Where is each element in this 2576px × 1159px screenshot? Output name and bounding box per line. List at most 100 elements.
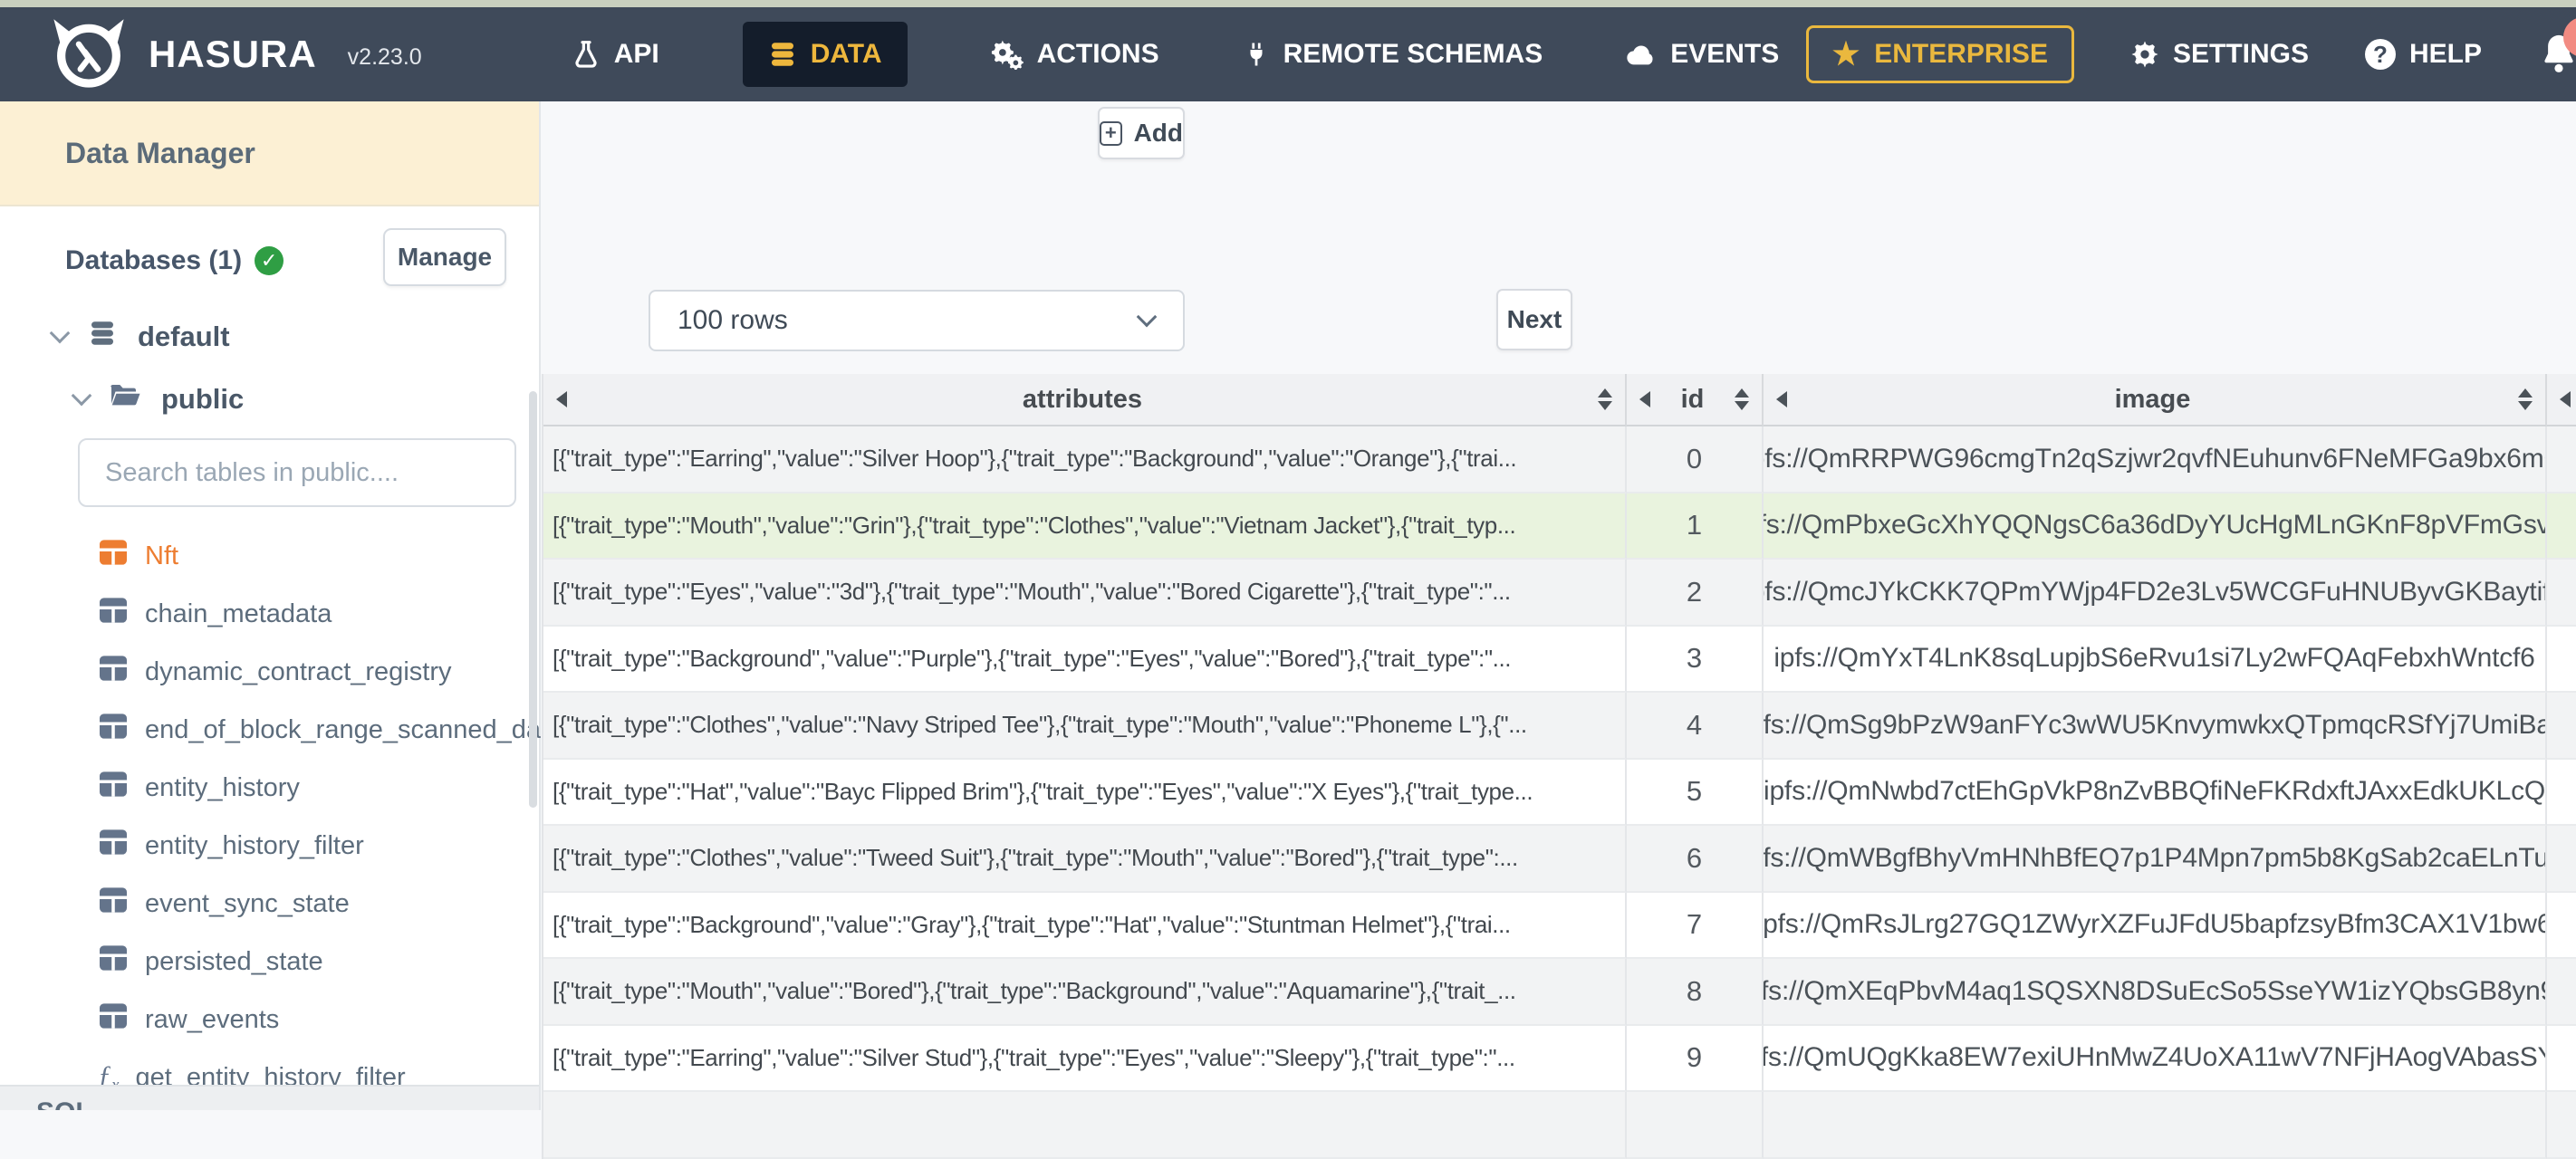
cloud-icon	[1626, 42, 1657, 67]
sort-icon[interactable]	[1598, 388, 1612, 410]
table-header-row: attributes id image	[543, 374, 2576, 426]
collapse-column-icon[interactable]	[1639, 391, 1650, 407]
cell-id: 5	[1627, 759, 1764, 826]
sidebar-item-raw-events[interactable]: raw_events	[0, 991, 539, 1049]
top-navbar: HASURA v2.23.0 API DATA ACTIONS REMOTE S…	[0, 7, 2576, 101]
brand-name: HASURA	[149, 33, 317, 75]
table-row: [{"trait_type":"Mouth","value":"Bored"},…	[543, 959, 2576, 1026]
rows-select-value: 100 rows	[678, 305, 788, 335]
cell-partial	[2547, 426, 2576, 493]
hasura-logo-block[interactable]: HASURA v2.23.0	[47, 17, 422, 92]
nav-item-events[interactable]: EVENTS	[1626, 39, 1779, 70]
window-top-strip	[0, 0, 2576, 7]
nav-item-actions[interactable]: ACTIONS	[991, 39, 1159, 70]
cell-attributes: [{"trait_type":"Eyes","value":"3d"},{"tr…	[543, 560, 1627, 627]
cell-image: ipfs://QmcJYkCKK7QPmYWjp4FD2e3Lv5WCGFuHN…	[1764, 560, 2547, 627]
nav-label-events: EVENTS	[1670, 39, 1780, 69]
table-row-selected: [{"trait_type":"Mouth","value":"Grin"},{…	[543, 493, 2576, 560]
flask-icon	[572, 40, 601, 69]
nav-item-remote-schemas[interactable]: REMOTE SCHEMAS	[1243, 39, 1543, 70]
rows-table: attributes id image [{"trait_type":"Earr…	[542, 374, 2576, 1159]
sidebar-item-chain-metadata[interactable]: chain_metadata	[0, 585, 539, 643]
manage-button[interactable]: Manage	[383, 228, 506, 286]
cell-image: ipfs://QmRRPWG96cmgTn2qSzjwr2qvfNEuhunv6…	[1764, 426, 2547, 493]
table-icon	[98, 944, 129, 979]
chevron-down-icon[interactable]	[71, 385, 92, 407]
rows-per-page-select[interactable]: 100 rows	[649, 290, 1185, 351]
sidebar-scrollbar[interactable]	[529, 391, 537, 808]
collapse-column-icon[interactable]	[556, 391, 567, 407]
cell-id: 0	[1627, 426, 1764, 493]
nav-item-settings[interactable]: SETTINGS	[2130, 39, 2309, 70]
star-icon: ★	[1831, 37, 1860, 72]
cell-id: 7	[1627, 892, 1764, 959]
cell-partial	[2547, 493, 2576, 560]
database-name: default	[138, 321, 230, 352]
cell-id: 2	[1627, 560, 1764, 627]
enterprise-button[interactable]: ★ ENTERPRISE	[1805, 25, 2074, 83]
plug-icon	[1243, 40, 1270, 69]
nav-item-api[interactable]: API	[572, 39, 659, 70]
sort-icon[interactable]	[2518, 388, 2533, 410]
table-item-label: persisted_state	[145, 946, 323, 976]
nav-items: API DATA ACTIONS REMOTE SCHEMAS EVENTS	[572, 22, 1779, 87]
table-item-label: event_sync_state	[145, 888, 350, 918]
table-row-partial	[543, 1092, 2576, 1159]
table-item-label: chain_metadata	[145, 599, 332, 628]
data-manager-header: Data Manager	[0, 101, 539, 206]
header-cell-attributes[interactable]: attributes	[543, 374, 1627, 426]
sidebar-item-entity-history-filter[interactable]: entity_history_filter	[0, 817, 539, 875]
collapse-column-icon[interactable]	[1776, 391, 1787, 407]
header-cell-next-column-partial[interactable]	[2547, 374, 2576, 426]
plus-square-icon: +	[1100, 120, 1122, 146]
nav-label-remote-schemas: REMOTE SCHEMAS	[1283, 39, 1543, 69]
collapse-column-icon[interactable]	[2560, 391, 2571, 407]
connected-check-icon: ✓	[255, 246, 284, 275]
sidebar-item-end-of-block-range-scanned-data[interactable]: end_of_block_range_scanned_data	[0, 701, 562, 759]
sidebar-item-dynamic-contract-registry[interactable]: dynamic_contract_registry	[0, 643, 539, 701]
add-row-button[interactable]: + Add	[1098, 107, 1185, 159]
cell-image: ipfs://QmSg9bPzW9anFYc3wWU5KnvymwkxQTpmq…	[1764, 693, 2547, 760]
tree-item-schema-public[interactable]: public	[0, 382, 539, 417]
cell-image: ipfs://QmPbxeGcXhYQQNgsC6a36dDyYUcHgMLnG…	[1764, 493, 2547, 560]
sidebar-item-event-sync-state[interactable]: event_sync_state	[0, 875, 539, 933]
table-item-label: entity_history	[145, 772, 300, 802]
schema-name: public	[161, 383, 245, 415]
page-title: Data Manager	[65, 136, 255, 169]
column-title: image	[2114, 384, 2191, 414]
sidebar-item-entity-history[interactable]: entity_history	[0, 759, 539, 817]
table-icon	[98, 771, 129, 805]
nav-item-help[interactable]: ? HELP	[2364, 39, 2482, 70]
tree-item-database-default[interactable]: default	[0, 319, 539, 355]
database-icon	[87, 319, 118, 355]
table-icon	[98, 1002, 129, 1037]
sort-icon[interactable]	[1735, 388, 1749, 410]
cell-attributes: [{"trait_type":"Earring","value":"Silver…	[543, 426, 1627, 493]
cell-attributes: [{"trait_type":"Hat","value":"Bayc Flipp…	[543, 759, 1627, 826]
databases-label: Databases (1)	[65, 245, 243, 275]
sidebar-item-nft[interactable]: Nft	[0, 527, 539, 585]
nav-item-data[interactable]: DATA	[742, 22, 908, 87]
chevron-down-icon[interactable]	[49, 322, 71, 344]
next-page-button[interactable]: Next	[1496, 289, 1572, 350]
nav-label-data: DATA	[810, 39, 882, 69]
cell-image: ipfs://QmWBgfBhyVmHNhBfEQ7p1P4Mpn7pm5b8K…	[1764, 826, 2547, 893]
table-item-label: raw_events	[145, 1004, 280, 1034]
sidebar-item-sql[interactable]: SQL	[36, 1097, 539, 1110]
sidebar-item-persisted-state[interactable]: persisted_state	[0, 933, 539, 991]
column-title: id	[1680, 384, 1705, 414]
header-cell-image[interactable]: image	[1764, 374, 2547, 426]
notifications-button[interactable]: 8	[2538, 17, 2576, 77]
header-cell-id[interactable]: id	[1627, 374, 1764, 426]
chevron-down-icon	[1136, 306, 1158, 328]
table-item-label: Nft	[145, 541, 179, 570]
cell-attributes: [{"trait_type":"Mouth","value":"Bored"},…	[543, 959, 1627, 1026]
table-item-label: entity_history_filter	[145, 830, 364, 860]
cell-partial	[2547, 1026, 2576, 1092]
table-list: Nft chain_metadata dynamic_contract_regi…	[0, 527, 562, 1106]
cell-id: 9	[1627, 1025, 1764, 1092]
sidebar-footer: SQL	[0, 1085, 539, 1110]
cell-partial	[2547, 959, 2576, 1026]
cell-image: ipfs://QmXEqPbvM4aq1SQSXN8DSuEcSo5SseYW1…	[1764, 959, 2547, 1026]
search-tables-input[interactable]	[78, 438, 516, 507]
